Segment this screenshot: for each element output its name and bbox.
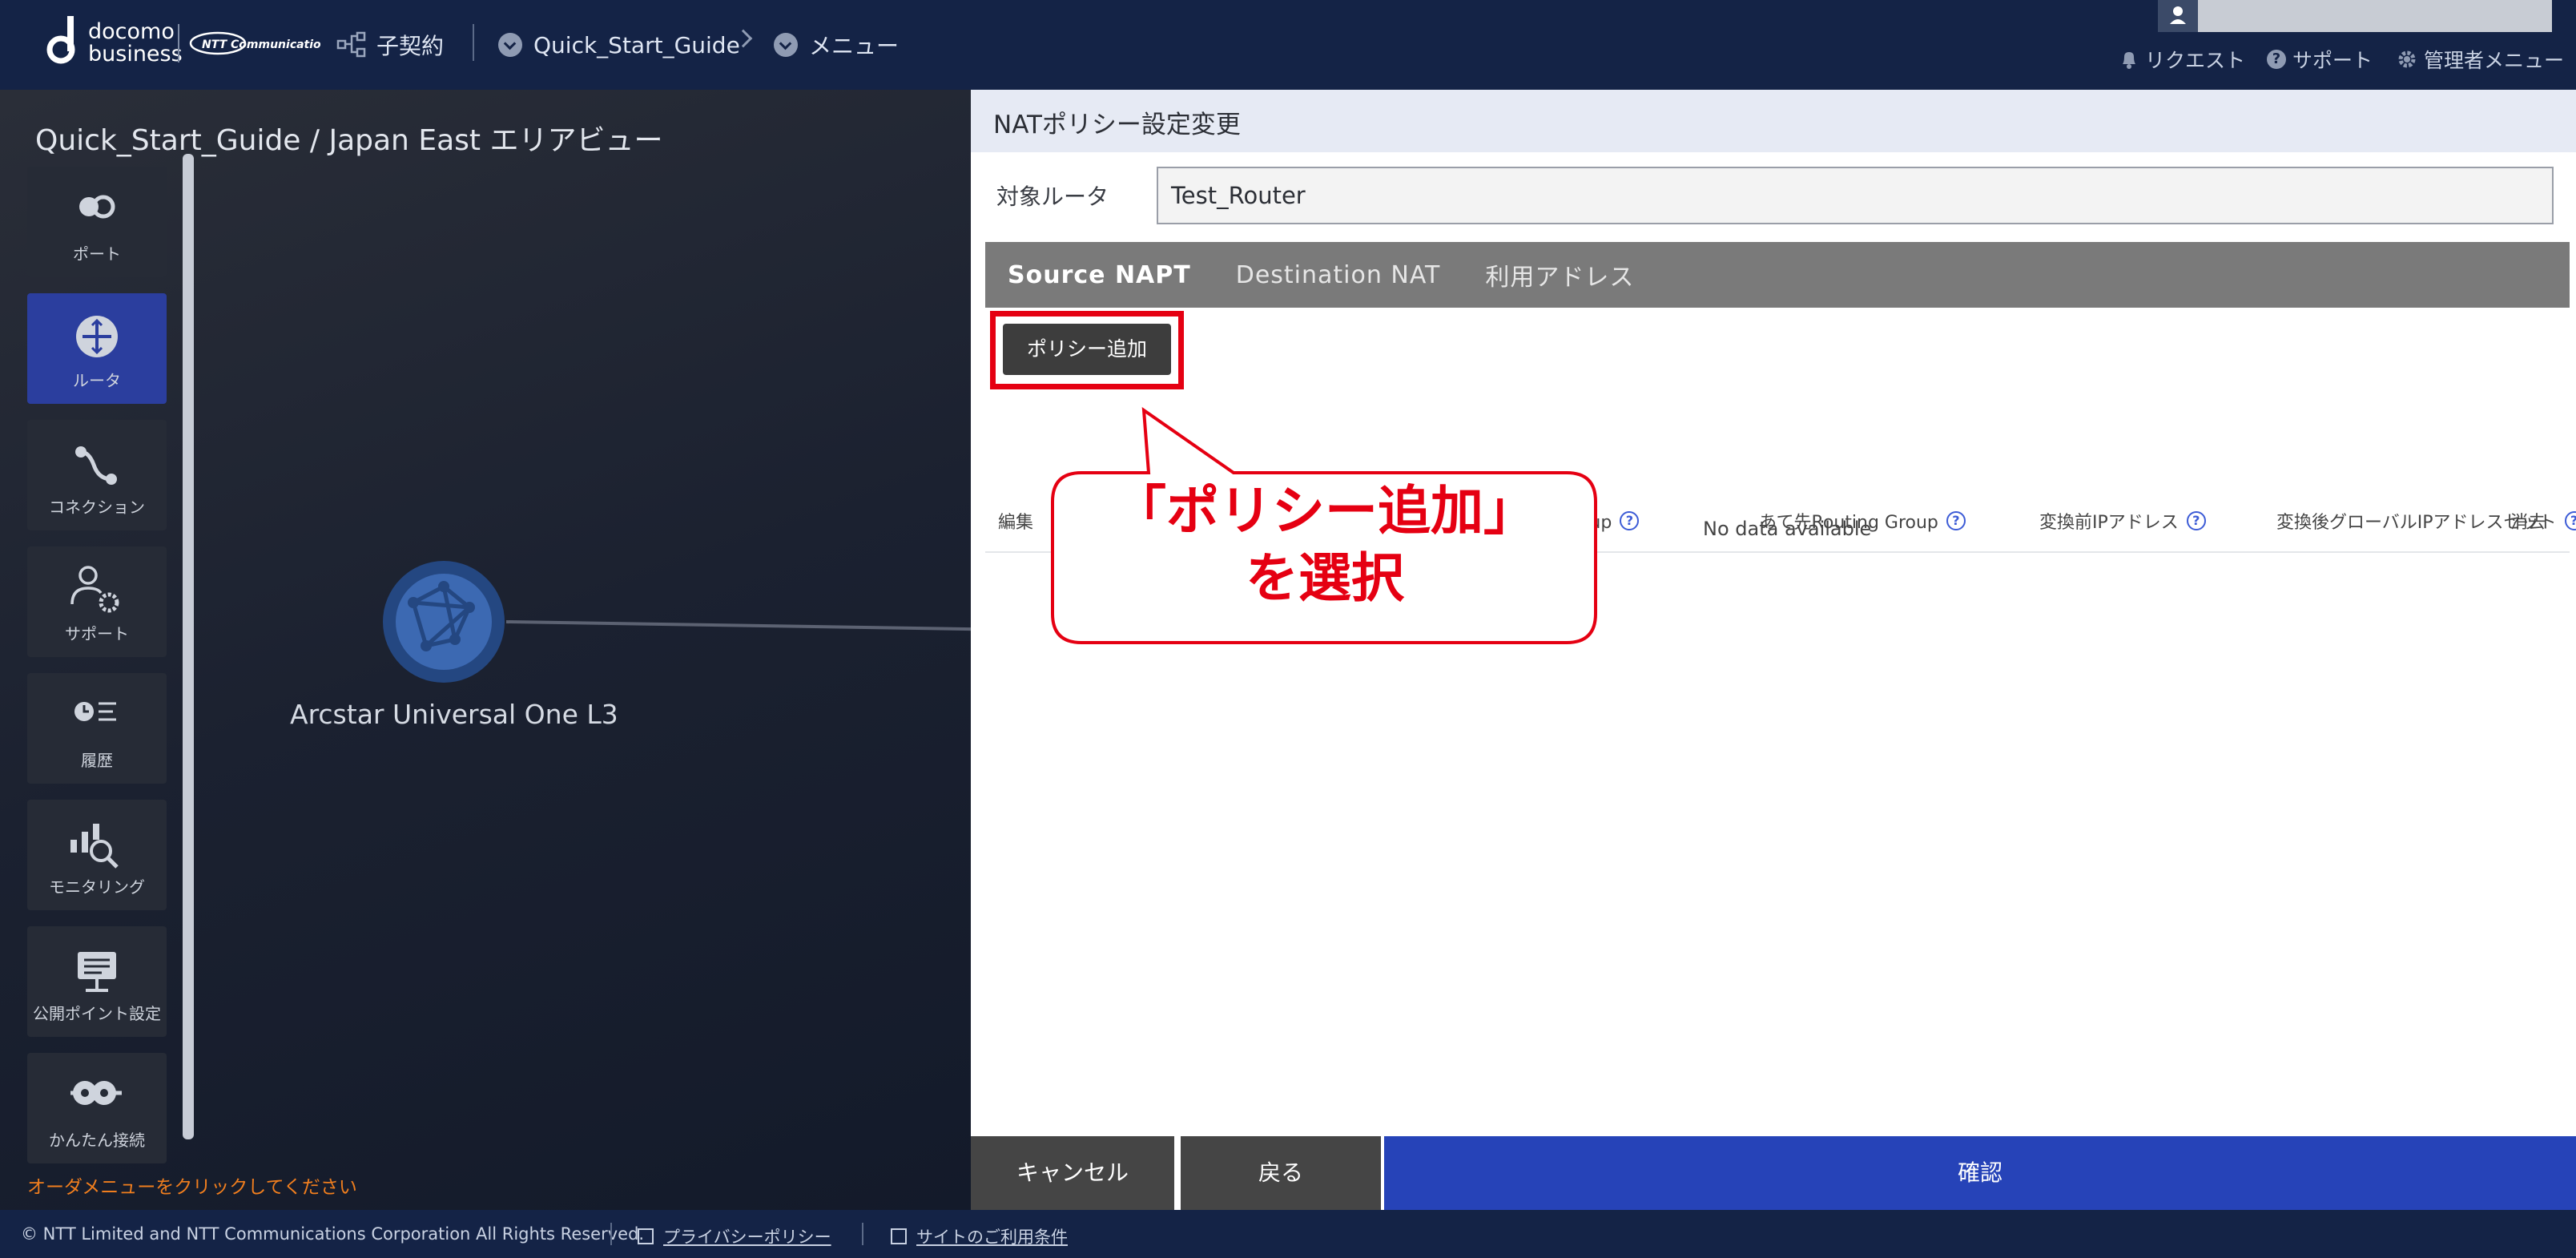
nav-contract[interactable]: 子契約 — [336, 27, 444, 62]
user-box[interactable] — [2158, 0, 2552, 32]
connection-icon — [75, 446, 117, 485]
support-icon — [70, 566, 119, 613]
order-menu-message: オーダメニューをクリックしてください — [27, 1177, 357, 1198]
brand-top-text: docomo — [88, 19, 175, 44]
col-pre-ip: 変換前IPアドレス? — [2039, 508, 2206, 534]
privacy-policy-label: プライバシーポリシー — [663, 1228, 831, 1247]
port-icon — [79, 195, 115, 219]
sidebar-item-port[interactable]: ポート — [27, 167, 167, 277]
question-icon: ? — [2267, 50, 2286, 69]
top-header: docomo business NTT Communications 子契約 Q… — [0, 0, 2576, 90]
cancel-button[interactable]: キャンセル — [971, 1136, 1174, 1210]
nav-guide[interactable]: Quick_Start_Guide — [498, 27, 740, 62]
help-icon[interactable]: ? — [2564, 511, 2576, 530]
chevron-circle-icon — [498, 33, 522, 57]
no-data-message: No data available — [1703, 518, 1872, 540]
org-tree-icon — [336, 31, 366, 58]
sidebar-label: モニタリング — [49, 877, 145, 897]
sidebar-label: かんたん接続 — [49, 1131, 145, 1150]
tab-used-addresses[interactable]: 利用アドレス — [1463, 257, 1656, 292]
sidebar-label: サポート — [65, 624, 129, 643]
col-edit-label: 編集 — [998, 513, 1034, 533]
ntt-logo-icon: NTT Communications — [189, 31, 320, 55]
copyright-text: © NTT Limited and NTT Communications Cor… — [21, 1224, 645, 1244]
sidebar-scrollbar[interactable] — [183, 154, 194, 1139]
sidebar-item-public-point[interactable]: 公開ポイント設定 — [27, 926, 167, 1037]
connection-line[interactable] — [505, 620, 971, 631]
back-button[interactable]: 戻る — [1181, 1136, 1381, 1210]
help-icon[interactable]: ? — [2186, 511, 2206, 530]
nav-guide-label: Quick_Start_Guide — [533, 31, 740, 58]
external-link-icon — [891, 1228, 907, 1244]
nav-divider — [473, 24, 474, 61]
admin-menu-label: 管理者メニュー — [2424, 49, 2565, 72]
tab-source-napt[interactable]: Source NAPT — [985, 261, 1214, 289]
admin-menu-link[interactable]: 管理者メニュー — [2397, 45, 2564, 74]
col-delete-label: 消去 — [2510, 513, 2546, 533]
easy-connect-icon — [70, 1081, 122, 1105]
request-label: リクエスト — [2145, 49, 2246, 72]
monitoring-icon — [70, 824, 119, 869]
logo-divider — [178, 24, 179, 62]
terms-label: サイトのご利用条件 — [916, 1228, 1068, 1247]
history-icon — [74, 702, 116, 721]
confirm-button[interactable]: 確認 — [1384, 1136, 2576, 1210]
public-point-icon — [78, 952, 116, 992]
col-pre-ip-label: 変換前IPアドレス — [2039, 513, 2179, 533]
request-link[interactable]: リクエスト — [2119, 45, 2245, 74]
area-map-view[interactable]: Quick_Start_Guide / Japan East エリアビュー ポー… — [0, 90, 971, 1210]
user-avatar-icon — [2158, 0, 2198, 32]
target-router-label: 対象ルータ — [996, 183, 1109, 210]
help-icon[interactable]: ? — [1946, 511, 1966, 530]
panel-actions: キャンセル 戻る 確認 — [971, 1136, 2576, 1210]
brand-bottom-text: business — [88, 42, 183, 67]
callout-line-2: を選択 — [1246, 547, 1404, 609]
chevron-circle-icon — [774, 33, 798, 57]
col-delete: 消去 — [2510, 508, 2546, 534]
sidebar-item-easy-connect[interactable]: かんたん接続 — [27, 1053, 167, 1163]
map-title: Quick_Start_Guide / Japan East エリアビュー — [35, 124, 663, 157]
support-label: サポート — [2292, 49, 2373, 72]
nat-policy-panel: NATポリシー設定変更 対象ルータ Test_Router Source NAP… — [971, 90, 2576, 1210]
footer-divider — [862, 1223, 863, 1245]
nat-tabbar: Source NAPT Destination NAT 利用アドレス — [985, 242, 2570, 308]
brand-wordmark[interactable]: docomo business — [88, 21, 183, 66]
sidebar-label: コネクション — [49, 498, 145, 517]
support-link[interactable]: ? サポート — [2267, 45, 2373, 74]
sidebar-label: 履歴 — [81, 751, 113, 770]
col-edit: 編集 — [998, 508, 1033, 534]
gear-icon — [2398, 50, 2416, 68]
network-globe-icon[interactable] — [381, 559, 506, 684]
sidebar-label: ポート — [73, 244, 121, 264]
help-icon[interactable]: ? — [1620, 511, 1640, 530]
terms-link[interactable]: サイトのご利用条件 — [891, 1224, 1068, 1248]
highlight-box — [990, 311, 1184, 389]
page-footer: © NTT Limited and NTT Communications Cor… — [0, 1210, 2576, 1258]
tab-destination-nat[interactable]: Destination NAT — [1214, 261, 1463, 289]
network-node-label: Arcstar Universal One L3 — [290, 699, 618, 730]
footer-divider — [610, 1223, 612, 1245]
callout-text: 「ポリシー追加」 を選択 — [1053, 478, 1597, 612]
callout-line-1: 「ポリシー追加」 — [1113, 480, 1536, 542]
nav-menu-label: メニュー — [809, 33, 900, 59]
panel-title: NATポリシー設定変更 — [993, 111, 1241, 139]
sidebar-item-history[interactable]: 履歴 — [27, 673, 167, 784]
nav-menu[interactable]: メニュー — [774, 27, 899, 62]
sidebar-item-monitoring[interactable]: モニタリング — [27, 800, 167, 910]
nav-contract-label: 子契約 — [376, 33, 445, 59]
docomo-logo-icon[interactable] — [46, 16, 82, 66]
router-icon — [76, 316, 118, 357]
sidebar-item-support[interactable]: サポート — [27, 546, 167, 657]
sidebar-label: ルータ — [73, 371, 121, 390]
sidebar-label: 公開ポイント設定 — [33, 1004, 161, 1023]
sidebar-item-connection[interactable]: コネクション — [27, 420, 167, 530]
sidebar-item-router[interactable]: ルータ — [27, 293, 167, 404]
ntt-logo-text: NTT Communications — [202, 38, 320, 51]
panel-header: NATポリシー設定変更 — [971, 90, 2576, 152]
bell-icon — [2123, 52, 2135, 69]
target-router-field: Test_Router — [1157, 167, 2554, 224]
external-link-icon — [638, 1228, 654, 1244]
privacy-policy-link[interactable]: プライバシーポリシー — [638, 1224, 831, 1248]
